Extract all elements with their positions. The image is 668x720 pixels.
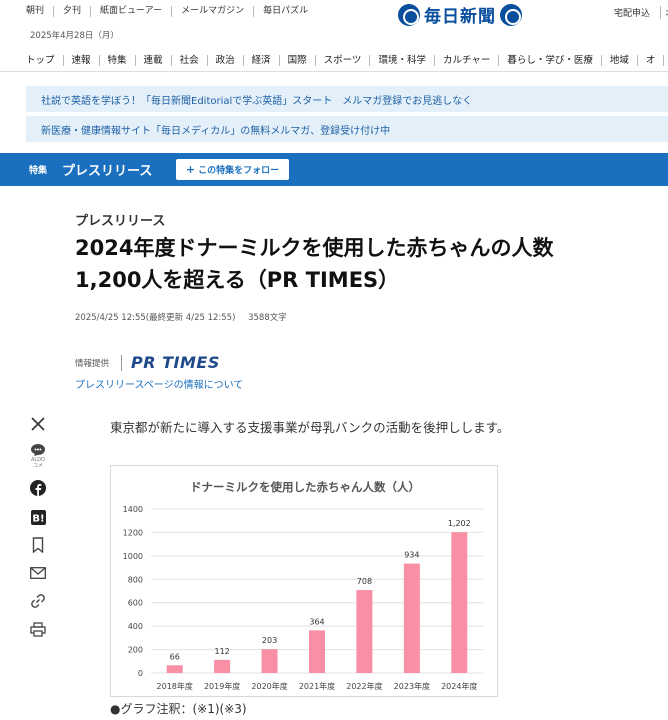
nav-item-politics[interactable]: 政治 <box>208 55 244 66</box>
x-tick-label: 2021年度 <box>299 681 335 691</box>
mail-icon[interactable] <box>27 562 49 584</box>
nav-item-top[interactable]: トップ <box>26 55 64 66</box>
bar <box>403 563 420 673</box>
x-tick-label: 2020年度 <box>251 681 287 691</box>
x-tick-label: 2023年度 <box>394 681 430 691</box>
nav-item-economy[interactable]: 経済 <box>244 55 280 66</box>
top-link-newsletter[interactable]: メールマガジン <box>172 6 255 17</box>
prtimes-logo: PR TIMES <box>131 353 220 372</box>
chart-plot: 0 200 400 600 800 1000 1200 1400 66 2018年度 112 2019… <box>123 505 483 691</box>
y-tick-label: 0 <box>138 669 143 678</box>
data-label: 66 <box>170 652 180 661</box>
facebook-icon[interactable] <box>27 477 49 499</box>
y-tick-label: 200 <box>128 646 143 655</box>
x-tick-label: 2024年度 <box>441 681 477 691</box>
bar-chart: ドナーミルクを使用した赤ちゃん人数（人） 0 200 400 600 800 1000 12… <box>110 465 498 697</box>
delivery-link[interactable]: 宅配申込 <box>614 6 650 19</box>
y-tick-label: 800 <box>128 575 143 584</box>
headline-line-2: 1,200人を超える（PR TIMES） <box>75 268 400 292</box>
top-bar: 朝刊 夕刊 紙面ビューアー メールマガジン 毎日パズル 毎日新聞 宅配申込 オ <box>0 0 668 27</box>
x-tick-label: 2022年度 <box>346 681 382 691</box>
data-label: 934 <box>404 551 419 560</box>
headline-line-1: 2024年度ドナーミルクを使用した赤ちゃんの人数 <box>75 236 554 260</box>
data-label: 112 <box>215 647 230 656</box>
link-icon[interactable] <box>27 590 49 612</box>
nav-item-features[interactable]: 特集 <box>100 55 136 66</box>
comment-icon[interactable]: ALDO コメ <box>27 443 49 469</box>
comment-caption: ALDO コメ <box>31 457 45 469</box>
nav-item-culture[interactable]: カルチャー <box>435 55 500 66</box>
nav-item-science[interactable]: 環境・科学 <box>370 55 435 66</box>
feature-title[interactable]: プレスリリース <box>62 160 152 179</box>
notice-banner-editorial[interactable]: 社説で英語を学ぼう！「毎日新聞Editorialで学ぶ英語」スタート メルマガ登… <box>26 86 668 112</box>
nav-item-breaking[interactable]: 速報 <box>64 55 100 66</box>
top-link-morning[interactable]: 朝刊 <box>26 6 55 17</box>
nav-item-more[interactable]: オ <box>638 55 665 66</box>
chart-footnote: ●グラフ注釈：(※1)(※3) <box>110 702 247 716</box>
article-headline: 2024年度ドナーミルクを使用した赤ちゃんの人数 1,200人を超える（PR T… <box>75 232 655 296</box>
data-label: 708 <box>357 577 372 586</box>
y-tick-label: 400 <box>128 622 143 631</box>
y-tick-label: 1200 <box>123 528 143 537</box>
top-link-viewer[interactable]: 紙面ビューアー <box>91 6 173 17</box>
top-link-evening[interactable]: 夕刊 <box>54 6 92 17</box>
bar <box>261 649 278 673</box>
current-date: 2025年4月28日（月） <box>30 31 119 41</box>
plus-icon: + <box>185 163 196 176</box>
y-tick-label: 1400 <box>123 505 143 514</box>
provider-info-link[interactable]: プレスリリースページの情報について <box>75 376 243 391</box>
published-time: 2025/4/25 12:55(最終更新 4/25 12:55) <box>75 313 236 323</box>
article-lead: 東京都が新たに導入する支援事業が母乳バンクの活動を後押しします。 <box>110 420 510 435</box>
notice-banner-medical[interactable]: 新医療・健康情報サイト「毎日メディカル」の無料メルマガ、登録受け付け中 <box>26 116 668 142</box>
follow-feature-label: この特集をフォロー <box>198 166 280 176</box>
x-icon[interactable] <box>27 413 49 435</box>
provider-divider <box>121 354 123 371</box>
top-link-puzzle[interactable]: 毎日パズル <box>254 6 317 17</box>
logo-emblem-icon <box>500 3 522 26</box>
bar <box>309 630 325 673</box>
hatena-icon[interactable]: B! <box>27 506 49 528</box>
overflow-link[interactable]: オ <box>660 6 668 19</box>
top-links: 朝刊 夕刊 紙面ビューアー メールマガジン 毎日パズル <box>26 6 317 17</box>
follow-feature-button[interactable]: + この特集をフォロー <box>176 159 289 180</box>
article-kicker: プレスリリース <box>75 214 166 229</box>
x-tick-label: 2019年度 <box>204 681 240 691</box>
nav-item-world[interactable]: 国際 <box>280 55 316 66</box>
nav-item-sports[interactable]: スポーツ <box>316 55 371 66</box>
bar <box>451 532 468 673</box>
nav-item-society[interactable]: 社会 <box>172 55 208 66</box>
site-logo[interactable]: 毎日新聞 <box>398 2 522 27</box>
data-label: 1,202 <box>448 519 471 528</box>
main-nav: トップ 速報 特集 連載 社会 政治 経済 国際 スポーツ 環境・科学 カルチャ… <box>0 50 668 72</box>
provider-label: 情報提供 <box>75 358 110 369</box>
bookmark-icon[interactable] <box>27 534 49 556</box>
data-label: 203 <box>262 636 277 645</box>
logo-emblem-icon <box>398 3 420 26</box>
y-tick-label: 600 <box>128 599 143 608</box>
logo-text: 毎日新聞 <box>424 7 496 27</box>
nav-item-region[interactable]: 地域 <box>602 55 638 66</box>
char-count: 3588文字 <box>248 313 287 323</box>
bar <box>356 590 373 673</box>
feature-band: 特集 プレスリリース + この特集をフォロー <box>0 153 668 186</box>
print-icon[interactable] <box>27 618 49 640</box>
y-tick-label: 1000 <box>123 552 143 561</box>
svg-text:B!: B! <box>32 513 44 524</box>
article-meta: 2025/4/25 12:55(最終更新 4/25 12:55) 3588文字 <box>75 311 287 323</box>
nav-item-life[interactable]: 暮らし・学び・医療 <box>499 55 602 66</box>
nav-item-series[interactable]: 連載 <box>136 55 172 66</box>
bar <box>214 659 231 673</box>
bar <box>166 665 183 673</box>
data-label: 364 <box>309 617 324 626</box>
provider-credit: 情報提供 PR TIMES <box>75 353 220 372</box>
x-tick-label: 2018年度 <box>157 681 193 691</box>
feature-tag: 特集 <box>29 166 48 176</box>
